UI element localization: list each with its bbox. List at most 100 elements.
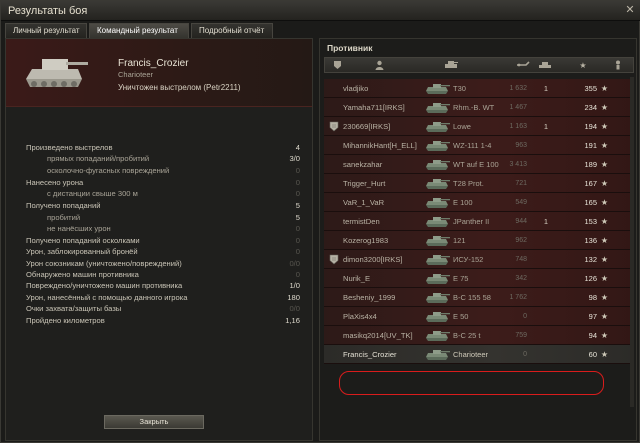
player-name: sanekzahar bbox=[343, 160, 383, 169]
stat-row: Обнаружено машин противника 0 bbox=[26, 269, 300, 280]
tank-name: Rhm.-B. WT bbox=[453, 103, 495, 112]
player-name: Yamaha711[IRKS] bbox=[343, 103, 405, 112]
tank-name: WT auf E 100 bbox=[453, 160, 499, 169]
frags-icon[interactable] bbox=[537, 60, 553, 71]
kills-value: 1 bbox=[543, 122, 548, 131]
enemy-row[interactable]: PlaXis4x4 E 50 0 97 ★ bbox=[324, 307, 634, 326]
enemy-row[interactable]: Trigger_Hurt T28 Prot. 721 167 ★ bbox=[324, 174, 634, 193]
enemy-row[interactable]: Kozerog1983 121 962 136 ★ bbox=[324, 231, 634, 250]
tank-thumbnail bbox=[424, 347, 450, 362]
tank-icon[interactable] bbox=[443, 60, 459, 71]
tank-name: Charioteer bbox=[453, 350, 489, 359]
stat-label: Пройдено километров bbox=[26, 315, 105, 325]
star-icon: ★ bbox=[600, 198, 608, 207]
player-name: vladjiko bbox=[343, 84, 369, 93]
damage-value: 1 163 bbox=[509, 123, 527, 130]
enemy-row[interactable]: termistDen JPanther II 944 1 153 ★ bbox=[324, 212, 634, 231]
damage-value: 549 bbox=[515, 199, 527, 206]
tank-thumbnail bbox=[424, 252, 450, 267]
tank-name: E 50 bbox=[453, 312, 469, 321]
enemy-row[interactable]: vladjiko T30 1 632 1 355 ★ bbox=[324, 79, 634, 98]
tab-personal-result[interactable]: Личный результат bbox=[5, 23, 87, 38]
enemy-row[interactable]: VaR_1_VaR E 100 549 165 ★ bbox=[324, 193, 634, 212]
stat-label: Урон, нанесённый с помощью данного игрок… bbox=[26, 292, 188, 302]
player-name: PlaXis4x4 bbox=[343, 312, 377, 321]
tank-name: E 100 bbox=[453, 198, 473, 207]
enemy-row[interactable]: masikq2014[UV_TK] B-C 25 t 759 94 ★ bbox=[324, 326, 634, 345]
stat-value: 5 bbox=[295, 212, 300, 222]
stat-value: 0 bbox=[295, 223, 300, 233]
damage-icon[interactable] bbox=[515, 60, 531, 71]
enemy-row[interactable]: 230669[IRKS] Lowe 1 163 1 194 ★ bbox=[324, 117, 634, 136]
tank-thumbnail bbox=[424, 233, 450, 248]
stat-value: 180 bbox=[287, 292, 300, 302]
xp-value: 126 bbox=[584, 274, 597, 283]
player-header: Francis_Crozier Charioteer Уничтожен выс… bbox=[6, 39, 312, 107]
xp-star-icon[interactable]: ★ bbox=[577, 60, 589, 71]
stat-label: Очки захвата/защиты базы bbox=[26, 304, 122, 314]
star-icon: ★ bbox=[600, 84, 608, 93]
tank-name: 121 bbox=[453, 236, 466, 245]
tank-thumbnail bbox=[424, 138, 450, 153]
tank-thumbnail bbox=[424, 176, 450, 191]
stat-value: 0 bbox=[295, 165, 300, 175]
enemy-row[interactable]: Yamaha711[IRKS] Rhm.-B. WT 1 467 234 ★ bbox=[324, 98, 634, 117]
tank-thumbnail bbox=[424, 290, 450, 305]
xp-value: 98 bbox=[588, 293, 597, 302]
tab-team-result[interactable]: Командный результат bbox=[89, 23, 189, 38]
player-name: VaR_1_VaR bbox=[343, 198, 385, 207]
player-name: Trigger_Hurt bbox=[343, 179, 386, 188]
stat-value: 0 bbox=[295, 270, 300, 280]
close-button[interactable]: Закрыть bbox=[104, 415, 204, 429]
player-icon[interactable] bbox=[373, 60, 385, 71]
stat-row: Повреждено/уничтожено машин противника 1/… bbox=[26, 280, 300, 291]
damage-value: 944 bbox=[515, 218, 527, 225]
enemy-row[interactable]: Nurik_E E 75 342 126 ★ bbox=[324, 269, 634, 288]
enemy-team-title: Противник bbox=[327, 43, 373, 53]
xp-value: 136 bbox=[584, 236, 597, 245]
tank-name: Lowe bbox=[453, 122, 471, 131]
stat-value: 0 bbox=[295, 189, 300, 199]
tank-thumbnail bbox=[424, 214, 450, 229]
tank-thumbnail bbox=[424, 328, 450, 343]
close-icon[interactable]: ✕ bbox=[623, 4, 637, 17]
tank-thumbnail bbox=[424, 271, 450, 286]
tank-thumbnail bbox=[424, 119, 450, 134]
xp-value: 189 bbox=[584, 160, 597, 169]
player-name: Francis_Crozier bbox=[118, 58, 189, 69]
player-name: dimon3200[IRKS] bbox=[343, 255, 403, 264]
medal-icon[interactable] bbox=[331, 60, 343, 71]
battle-results-window: Результаты боя ✕ Личный результат Команд… bbox=[0, 0, 640, 443]
enemy-rows: vladjiko T30 1 632 1 355 ★ Yamaha711[IRKS] Rhm.… bbox=[324, 79, 634, 364]
tank-name: T30 bbox=[453, 84, 466, 93]
damage-value: 1 467 bbox=[509, 104, 527, 111]
enemy-row[interactable]: dimon3200[IRKS] ИСУ-152 748 132 ★ bbox=[324, 250, 634, 269]
enemy-row[interactable]: Besheniy_1999 B-C 155 58 1 762 98 ★ bbox=[324, 288, 634, 307]
player-name: Nurik_E bbox=[343, 274, 371, 283]
star-icon: ★ bbox=[600, 217, 608, 226]
stat-value: 3/0 bbox=[289, 154, 300, 164]
stat-value: 0 bbox=[295, 177, 300, 187]
tank-name: JPanther II bbox=[453, 217, 490, 226]
tank-name: WZ-111 1-4 bbox=[453, 141, 492, 150]
stat-row: Очки захвата/защиты базы 0/0 bbox=[26, 303, 300, 314]
player-name: Francis_Crozier bbox=[343, 350, 397, 359]
stat-row: Нанесено урона 0 bbox=[26, 177, 300, 188]
scrollbar[interactable] bbox=[630, 77, 634, 407]
star-icon: ★ bbox=[600, 141, 608, 150]
star-icon: ★ bbox=[600, 255, 608, 264]
enemy-row[interactable]: MihannikHant[H_ELL] WZ-111 1-4 963 191 ★ bbox=[324, 136, 634, 155]
player-name: MihannikHant[H_ELL] bbox=[343, 141, 417, 150]
stat-row: осколочно-фугасных повреждений 0 bbox=[26, 165, 300, 176]
damage-value: 962 bbox=[515, 237, 527, 244]
self-row[interactable]: Francis_Crozier Charioteer 0 60 ★ bbox=[324, 345, 634, 364]
enemy-row[interactable]: sanekzahar WT auf E 100 3 413 189 ★ bbox=[324, 155, 634, 174]
tank-thumbnail bbox=[424, 195, 450, 210]
tank-thumbnail bbox=[424, 309, 450, 324]
star-icon: ★ bbox=[600, 293, 608, 302]
tab-detailed-report[interactable]: Подробный отчёт bbox=[191, 23, 273, 38]
rank-icon[interactable] bbox=[612, 60, 624, 71]
player-name: Kozerog1983 bbox=[343, 236, 389, 245]
player-name: termistDen bbox=[343, 217, 380, 226]
stat-label: с дистанции свыше 300 м bbox=[47, 189, 138, 199]
